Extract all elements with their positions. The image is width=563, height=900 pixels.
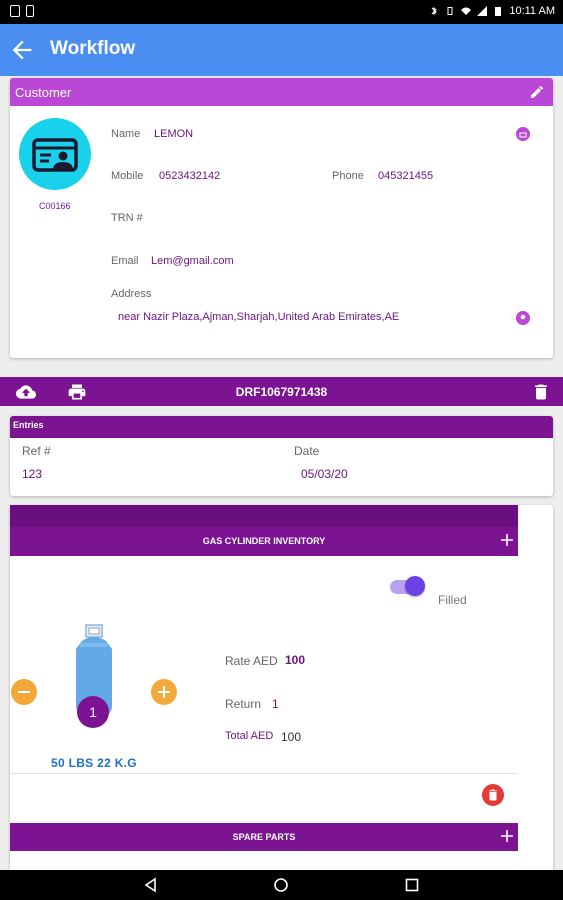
document-number: DRF1067971438 [235,385,328,399]
cylinder-size-label: 50 LBS 22 K.G [51,756,137,770]
section-header-band [10,505,518,527]
return-label: Return [225,697,262,711]
recents-square-icon[interactable] [404,877,420,893]
cake-icon[interactable] [516,127,530,141]
total-value: 100 [281,730,302,744]
status-bar: 10:11 AM [0,0,563,24]
battery-icon [495,7,502,16]
signal-icon [477,6,488,16]
document-toolbar: DRF1067971438 [0,377,563,406]
email-label: Email [111,255,139,267]
date-label: Date [294,444,320,458]
name-value: LEMON [154,128,194,140]
location-pin-icon[interactable] [516,311,530,325]
return-value[interactable]: 1 [272,697,279,711]
gas-cylinder-section-header: GAS CYLINDER INVENTORY [10,505,518,556]
wifi-icon [461,7,472,15]
notification-icon [26,5,34,17]
page-title: Workflow [50,38,136,59]
rate-value[interactable]: 100 [285,653,305,667]
trash-icon[interactable] [531,382,551,402]
arrow-left-icon[interactable] [8,36,36,64]
quantity-badge: 1 [77,696,109,728]
back-triangle-icon[interactable] [143,877,159,893]
total-label: Total AED [225,730,274,742]
phone-value: 045321455 [378,170,434,182]
add-icon[interactable] [500,533,514,547]
rate-label-text: Rate AED [225,654,278,668]
vibrate-icon [447,7,453,15]
status-time: 10:11 AM [509,5,555,17]
address-value: near Nazir Plaza,Ajman,Sharjah,United Ar… [118,311,400,323]
date-value[interactable]: 05/03/20 [301,467,348,481]
bluetooth-icon [431,6,438,16]
decrement-button[interactable] [11,679,37,705]
system-nav-bar [0,870,563,900]
address-label: Address [111,288,152,300]
home-circle-icon[interactable] [273,877,289,893]
gas-cylinder-title: GAS CYLINDER INVENTORY [202,536,326,546]
delete-item-button[interactable] [482,784,504,806]
app-bar: Workflow [0,24,563,76]
customer-card: Customer C00166 Name LEMON Mobile 052343… [10,78,553,358]
trn-label: TRN # [111,212,143,224]
entries-card: Entries Ref # 123 Date 05/03/20 [10,416,553,496]
mobile-value: 0523432142 [159,170,221,182]
rate-label: Rate AED [225,654,278,668]
add-icon[interactable] [500,829,514,843]
name-label: Name [111,128,141,140]
customer-code: C00166 [39,201,71,211]
phone-label: Phone [332,170,364,182]
ref-value[interactable]: 123 [22,467,42,481]
entries-header-label: Entries [13,420,44,430]
spare-parts-section-header[interactable]: SPARE PARTS [10,823,518,851]
filled-label: Filled [438,593,467,607]
divider [10,773,518,774]
mobile-label: Mobile [111,170,144,182]
ref-label: Ref # [22,444,51,458]
edit-icon[interactable] [529,84,545,100]
id-card-icon [32,138,78,172]
filled-toggle[interactable] [405,576,425,596]
entries-header: Entries [10,416,553,438]
customer-header-label: Customer [15,85,72,100]
customer-avatar [19,118,91,190]
email-value: Lem@gmail.com [151,255,234,267]
inventory-card: GAS CYLINDER INVENTORY Filled 1 50 LBS 2… [10,505,553,873]
spare-parts-title: SPARE PARTS [232,832,296,842]
increment-button[interactable] [151,679,177,705]
screenshot-icon [10,5,20,17]
customer-header: Customer [10,78,553,106]
trash-icon [489,789,497,801]
